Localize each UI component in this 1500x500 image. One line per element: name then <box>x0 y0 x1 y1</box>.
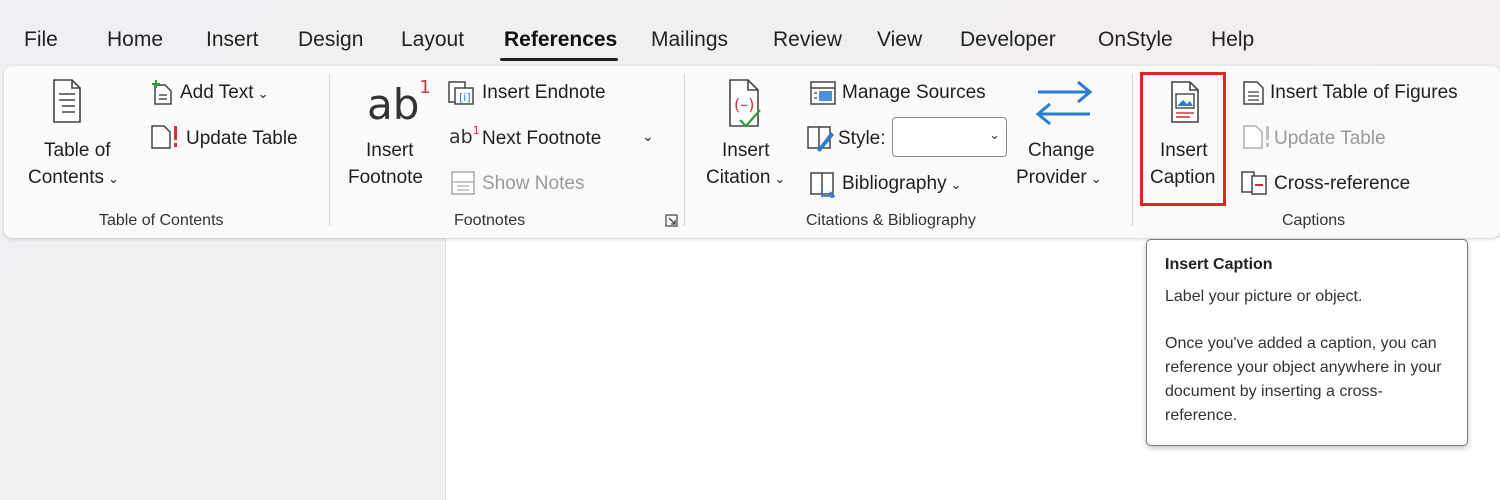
chevron-down-icon: ⌄ <box>1090 171 1102 186</box>
footnote-icon: ab1 <box>367 77 431 129</box>
ribbon: Table of Contents ⌄ Add Text ⌄ Update Tabl… <box>4 66 1500 238</box>
tooltip-description: Once you've added a caption, you can ref… <box>1165 335 1442 424</box>
tab-references[interactable]: References <box>504 28 617 52</box>
group-separator <box>684 74 685 226</box>
insert-footnote-label-1: Insert <box>366 140 414 161</box>
tab-mailings[interactable]: Mailings <box>651 28 728 52</box>
tab-review[interactable]: Review <box>773 28 842 52</box>
ribbon-tabs: File Home Insert Design Layout Reference… <box>0 0 1500 64</box>
update-table-label: Update Table <box>186 128 298 149</box>
update-table-icon <box>1243 125 1269 149</box>
insert-citation-label-1: Insert <box>722 140 770 161</box>
tooltip-summary: Label your picture or object. <box>1165 288 1363 305</box>
toc-button-label-2: Contents <box>28 167 105 188</box>
group-label-footnotes: Footnotes <box>454 212 526 229</box>
table-of-contents-icon <box>53 79 81 123</box>
show-notes-icon <box>451 171 475 195</box>
style-icon <box>807 126 834 152</box>
chevron-down-icon: ⌄ <box>950 177 962 192</box>
show-notes-label: Show Notes <box>482 173 585 194</box>
cross-reference-label: Cross-reference <box>1274 173 1411 194</box>
update-table-icon <box>151 125 177 149</box>
chevron-down-icon[interactable]: ⌄ <box>642 128 654 145</box>
svg-text:[i]: [i] <box>459 91 471 104</box>
chevron-down-icon: ⌄ <box>989 127 1000 142</box>
tab-onstyle[interactable]: OnStyle <box>1098 28 1173 52</box>
change-provider-label-2: Provider <box>1016 167 1087 188</box>
tab-home[interactable]: Home <box>107 28 163 52</box>
tab-layout[interactable]: Layout <box>401 28 464 52</box>
tab-view[interactable]: View <box>877 28 922 52</box>
insert-endnote-icon: [i] <box>448 81 474 105</box>
next-footnote-label: Next Footnote <box>482 128 602 149</box>
tab-insert[interactable]: Insert <box>206 28 259 52</box>
bibliography-label: Bibliography <box>842 173 947 194</box>
group-label-citations: Citations & Bibliography <box>806 212 976 229</box>
cross-reference-icon <box>1241 171 1267 195</box>
group-label-toc: Table of Contents <box>99 212 224 229</box>
style-dropdown[interactable]: ⌄ <box>892 117 1007 157</box>
tab-developer[interactable]: Developer <box>960 28 1056 52</box>
group-separator <box>329 74 330 226</box>
insert-endnote-label: Insert Endnote <box>482 82 606 103</box>
insert-caption-tooltip: Insert Caption Label your picture or obj… <box>1146 239 1468 446</box>
style-label: Style: <box>838 128 886 149</box>
table-of-figures-icon <box>1243 81 1264 105</box>
tab-design[interactable]: Design <box>298 28 363 52</box>
svg-text:(–): (–) <box>734 95 754 114</box>
tooltip-title: Insert Caption <box>1165 256 1273 273</box>
active-tab-indicator <box>500 58 618 61</box>
next-footnote-icon: ab1 <box>449 124 480 148</box>
tab-file[interactable]: File <box>24 28 58 52</box>
add-text-icon <box>152 80 172 105</box>
chevron-down-icon: ⌄ <box>774 171 786 186</box>
chevron-down-icon: ⌄ <box>257 86 269 101</box>
manage-sources-icon <box>810 81 836 105</box>
insert-caption-highlight <box>1140 72 1226 206</box>
insert-citation-icon: (–) <box>729 79 761 128</box>
manage-sources-label: Manage Sources <box>842 82 986 103</box>
swap-arrows-icon <box>1035 80 1093 126</box>
add-text-label: Add Text <box>180 82 254 103</box>
bibliography-icon <box>810 172 836 198</box>
insert-citation-label-2: Citation <box>706 167 771 188</box>
insert-table-of-figures-label: Insert Table of Figures <box>1270 82 1458 103</box>
toc-button-label-1: Table of <box>44 140 111 161</box>
tab-help[interactable]: Help <box>1211 28 1254 52</box>
chevron-down-icon: ⌄ <box>108 171 119 186</box>
insert-footnote-label-2: Footnote <box>348 167 423 188</box>
group-separator <box>1132 74 1133 226</box>
dialog-launcher-icon[interactable] <box>665 214 678 227</box>
captions-update-table-label: Update Table <box>1274 128 1386 149</box>
change-provider-label-1: Change <box>1028 140 1095 161</box>
group-label-captions: Captions <box>1282 212 1346 229</box>
